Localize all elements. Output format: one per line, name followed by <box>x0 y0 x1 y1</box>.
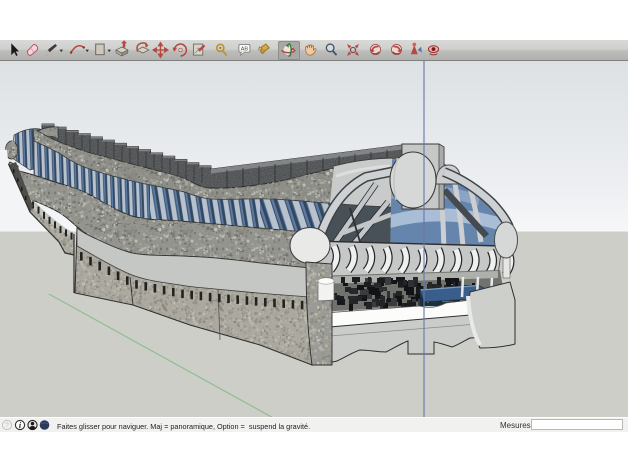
svg-text:AB: AB <box>241 47 249 53</box>
svg-text:?: ? <box>5 423 9 430</box>
